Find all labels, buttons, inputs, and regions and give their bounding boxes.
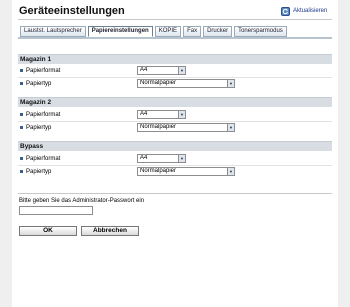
row-divider	[18, 121, 332, 122]
tray-1-type-label: Papiertyp	[20, 79, 51, 88]
chevron-down-icon: ▼	[178, 111, 185, 118]
bullet-icon	[20, 82, 23, 85]
ok-button[interactable]: OK	[19, 226, 77, 236]
section-header-tray-2: Magazin 2	[18, 97, 332, 107]
bullet-icon	[20, 113, 23, 116]
tray-1-paper-format-select[interactable]: A4 ▼	[137, 66, 186, 75]
cancel-button[interactable]: Abbrechen	[81, 226, 139, 236]
form-divider	[18, 193, 332, 194]
password-label: Bitte geben Sie das Administrator-Passwo…	[19, 198, 145, 204]
bypass-type-label: Papiertyp	[20, 167, 51, 176]
bypass-format-value: A4	[140, 155, 148, 161]
bullet-icon	[20, 157, 23, 160]
chevron-down-icon: ▼	[227, 80, 234, 87]
tray-1-type-text: Papiertyp	[26, 80, 52, 87]
section-header-bypass: Bypass	[18, 141, 332, 151]
tab-paper-settings[interactable]: Papiereinstellungen	[87, 26, 153, 37]
tray-2-type-text: Papiertyp	[26, 124, 52, 131]
bypass-type-value: Normalpapier	[140, 168, 177, 174]
tray-1-format-value: A4	[140, 67, 148, 73]
page-title: Geräteeinstellungen	[19, 5, 125, 17]
bypass-paper-format-select[interactable]: A4 ▼	[137, 154, 186, 163]
tray-2-format-label: Papierformat	[20, 110, 60, 119]
bullet-icon	[20, 69, 23, 72]
row-divider	[18, 165, 332, 166]
tray-2-format-value: A4	[140, 111, 148, 117]
bullet-icon	[20, 170, 23, 173]
chevron-down-icon: ▼	[178, 155, 185, 162]
bypass-format-label: Papierformat	[20, 154, 60, 163]
tray-1-format-label: Papierformat	[20, 66, 60, 75]
tray-2-paper-format-select[interactable]: A4 ▼	[137, 110, 186, 119]
tab-copy[interactable]: KOPIE	[154, 26, 182, 37]
bypass-format-text: Papierformat	[26, 155, 61, 162]
tray-2-format-text: Papierformat	[26, 111, 61, 118]
tab-printer[interactable]: Drucker	[203, 26, 233, 37]
bypass-paper-type-select[interactable]: Normalpapier ▼	[137, 167, 235, 176]
bypass-type-text: Papiertyp	[26, 168, 52, 175]
password-input[interactable]	[19, 206, 93, 215]
row-divider	[18, 77, 332, 78]
tray-1-format-text: Papierformat	[26, 67, 61, 74]
refresh-label: Aktualisieren	[293, 8, 328, 14]
tray-1-type-value: Normalpapier	[140, 80, 177, 86]
tab-divider	[18, 37, 332, 39]
chevron-down-icon: ▼	[227, 124, 234, 131]
tab-fax[interactable]: Fax	[183, 26, 202, 37]
tray-2-paper-type-select[interactable]: Normalpapier ▼	[137, 123, 235, 132]
chevron-down-icon: ▼	[227, 168, 234, 175]
tray-2-type-label: Papiertyp	[20, 123, 51, 132]
title-divider	[18, 19, 332, 20]
tab-toner-saving[interactable]: Tonersparmodus	[234, 26, 287, 37]
refresh-link[interactable]: Aktualisieren	[281, 6, 327, 16]
page-content: Geräteeinstellungen Aktualisieren Lausts…	[12, 0, 338, 307]
chevron-down-icon: ▼	[178, 67, 185, 74]
tab-bar: Laustst. Lautsprecher Papiereinstellunge…	[20, 26, 287, 37]
refresh-icon	[281, 6, 290, 16]
section-header-tray-1: Magazin 1	[18, 54, 332, 64]
bullet-icon	[20, 126, 23, 129]
tab-speaker-volume[interactable]: Laustst. Lautsprecher	[20, 26, 86, 37]
tray-2-type-value: Normalpapier	[140, 124, 177, 130]
tray-1-paper-type-select[interactable]: Normalpapier ▼	[137, 79, 235, 88]
